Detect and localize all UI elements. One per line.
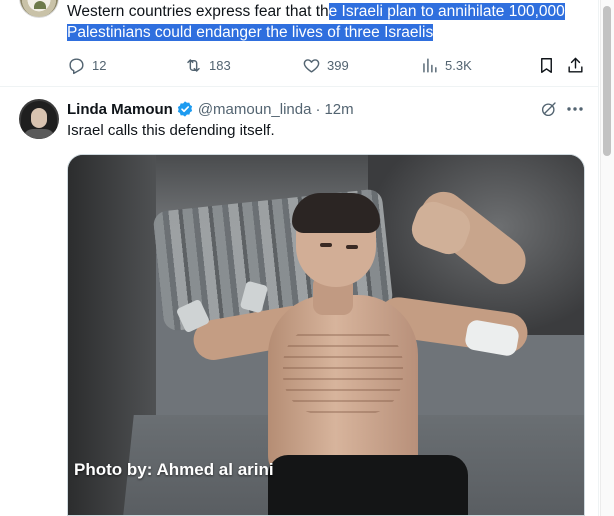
tweet-text: Israel calls this defending itself. — [67, 122, 275, 139]
verified-icon[interactable] — [176, 100, 194, 118]
timestamp[interactable]: 12m — [324, 101, 353, 118]
retweet-icon — [187, 58, 200, 72]
retweet-count: 183 — [209, 57, 231, 73]
separator-dot: · — [315, 100, 321, 118]
display-name[interactable]: Linda Mamoun — [67, 101, 173, 118]
views-button[interactable]: 5.3K — [420, 54, 472, 76]
views-icon — [423, 57, 437, 73]
share-icon — [568, 57, 583, 73]
timeline: Western countries express fear that the … — [0, 0, 599, 516]
avatar[interactable] — [19, 99, 59, 139]
retweet-button[interactable]: 183 — [184, 54, 231, 76]
reply-icon — [69, 57, 84, 74]
top-tweet-actions: 12 183 399 5.3K — [67, 54, 589, 76]
views-count: 5.3K — [445, 57, 472, 73]
user-handle[interactable]: @mamoun_linda — [198, 101, 312, 118]
bookmark-button[interactable] — [537, 54, 556, 76]
grok-icon[interactable] — [540, 100, 558, 123]
tweet-divider — [0, 86, 599, 87]
tweet-header: Linda Mamoun @mamoun_linda · 12m — [67, 99, 354, 119]
reply-count: 12 — [92, 57, 107, 73]
share-button[interactable] — [566, 54, 585, 76]
avatar[interactable] — [19, 0, 59, 18]
like-button[interactable]: 399 — [302, 54, 349, 76]
tweet-media-image[interactable]: Photo by: Ahmed al arini — [67, 154, 585, 516]
like-count: 399 — [327, 57, 349, 73]
photo-credit: Photo by: Ahmed al arini — [74, 460, 274, 479]
like-icon — [303, 58, 320, 73]
reply-button[interactable]: 12 — [67, 54, 106, 76]
top-tweet-text-plain: Western countries express fear that th — [67, 3, 329, 20]
top-tweet-text: Western countries express fear that the … — [67, 1, 587, 43]
more-icon[interactable] — [566, 102, 584, 121]
bookmark-icon — [541, 57, 552, 73]
scrollbar-thumb[interactable] — [603, 6, 611, 156]
